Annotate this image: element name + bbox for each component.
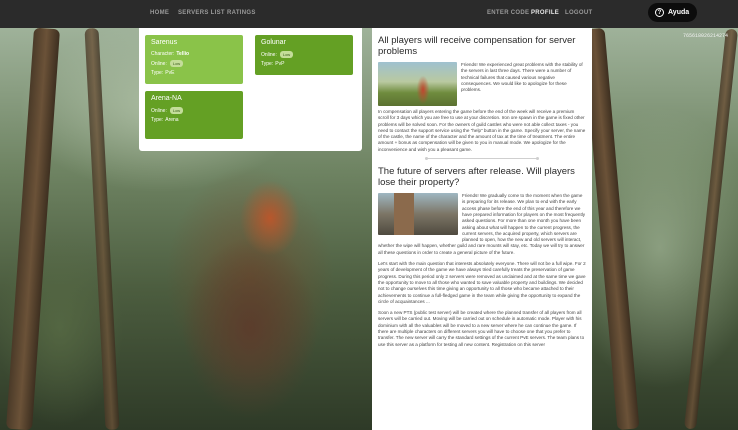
- nav-profile[interactable]: PROFILE: [531, 10, 559, 16]
- news-body: Let's start with the main question that …: [378, 261, 586, 304]
- server-online-row: Online: Low: [151, 60, 237, 67]
- server-name: Arena-NA: [151, 95, 182, 102]
- coordinates-readout: 765618026214274: [683, 33, 729, 39]
- news-title[interactable]: All players will receive compensation fo…: [378, 35, 586, 57]
- server-card-arena-na[interactable]: Arena-NA Online: Low Type: Arena: [145, 91, 243, 139]
- nav-servers-list[interactable]: SERVERS LIST: [178, 10, 225, 16]
- server-type: PvP: [275, 61, 285, 67]
- news-divider: [425, 157, 539, 161]
- servers-panel: Sarenus Character: Tellio Online: Low Ty…: [139, 28, 362, 151]
- server-online-row: Online: Low: [261, 51, 347, 58]
- server-online-row: Online: Low: [151, 107, 237, 114]
- news-thumbnail[interactable]: [378, 193, 458, 236]
- server-card-sarenus[interactable]: Sarenus Character: Tellio Online: Low Ty…: [145, 35, 243, 84]
- online-badge: Low: [169, 60, 184, 67]
- server-name: Sarenus: [151, 39, 178, 46]
- server-type: PvE: [165, 70, 175, 76]
- question-circle-icon: ?: [655, 8, 664, 17]
- news-panel: All players will receive compensation fo…: [372, 28, 592, 430]
- server-type-row: Type: PvE: [151, 70, 175, 76]
- server-type-row: Type: Arena: [151, 117, 179, 123]
- background-tree: [84, 27, 120, 430]
- news-thumbnail[interactable]: [378, 62, 457, 106]
- server-character-row: Character: Tellio: [151, 51, 190, 57]
- server-name: Golunar: [261, 39, 286, 46]
- server-type: Arena: [165, 117, 179, 123]
- server-type-row: Type: PvP: [261, 61, 285, 67]
- background-tree: [6, 27, 60, 430]
- online-badge: Low: [169, 107, 184, 114]
- nav-home[interactable]: HOME: [150, 10, 169, 16]
- help-button-label: Ayuda: [668, 9, 690, 16]
- nav-enter-code[interactable]: ENTER CODE: [487, 10, 529, 16]
- help-button[interactable]: ? Ayuda: [648, 3, 697, 22]
- online-badge: Low: [279, 51, 294, 58]
- archer-character-illustration: [150, 178, 350, 430]
- news-body: Soon a new PTS (public test server) will…: [378, 310, 585, 347]
- nav-ratings[interactable]: RATINGS: [227, 10, 256, 16]
- nav-logout[interactable]: LOGOUT: [565, 10, 592, 16]
- server-character: Tellio: [176, 51, 190, 57]
- background-artwork: [0, 27, 738, 430]
- news-title[interactable]: The future of servers after release. Wil…: [378, 166, 586, 188]
- background-tree: [684, 28, 738, 430]
- news-body: In compensation all players entering the…: [378, 109, 586, 152]
- top-navbar: HOME SERVERS LIST RATINGS ENTER CODE PRO…: [0, 0, 738, 28]
- server-card-golunar[interactable]: Golunar Online: Low Type: PvP: [255, 35, 353, 75]
